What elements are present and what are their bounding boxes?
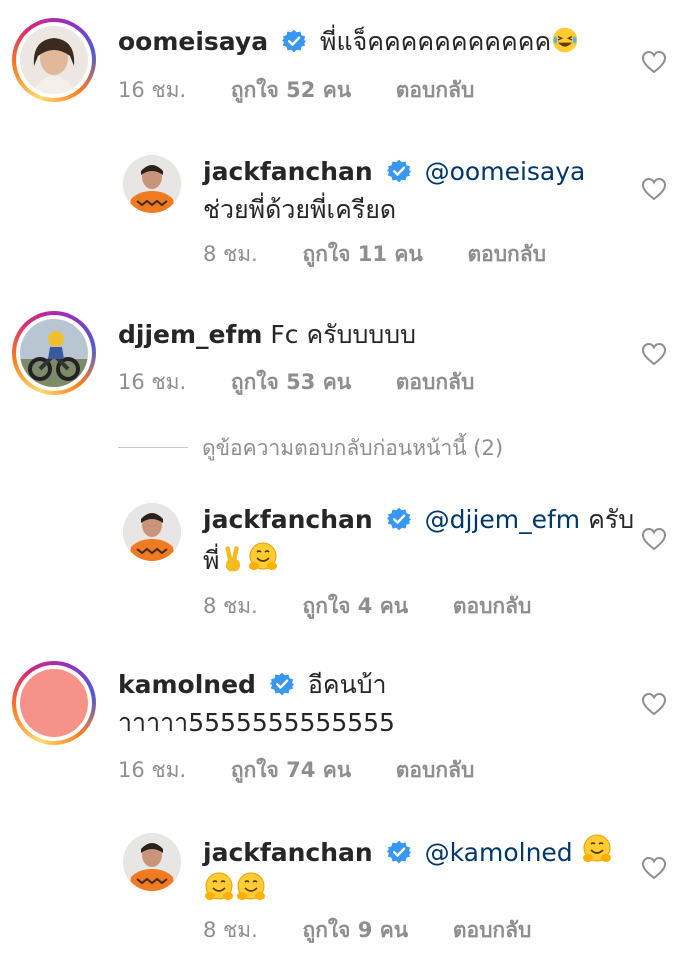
comment-meta: 16 ชม. ถูกใจ 52 คน ตอบกลับ <box>118 74 512 107</box>
verified-badge-icon <box>270 672 294 696</box>
view-previous-replies-button[interactable]: ดูข้อความตอบกลับก่อนหน้านี้ (2) <box>118 432 678 462</box>
comment-text: อีคนบ้า <box>307 670 387 699</box>
avatar[interactable] <box>12 311 96 395</box>
heart-icon[interactable] <box>641 527 667 551</box>
avatar[interactable] <box>123 155 181 213</box>
heart-icon[interactable] <box>641 177 667 201</box>
reply-button[interactable]: ตอบกลับ <box>396 370 475 394</box>
reply-button[interactable]: ตอบกลับ <box>396 78 475 102</box>
comment-username[interactable]: jackfanchan <box>203 157 373 186</box>
comment-time: 8 ชม. <box>203 918 258 942</box>
comment-time: 8 ชม. <box>203 242 258 266</box>
heart-icon[interactable] <box>641 856 667 880</box>
comment-meta: 8 ชม. ถูกใจ 11 คน ตอบกลับ <box>203 238 584 271</box>
hugging-emoji-icon <box>581 833 613 865</box>
reply-button[interactable]: ตอบกลับ <box>453 594 532 618</box>
comment-time: 16 ชม. <box>118 758 187 782</box>
comment-meta: 8 ชม. ถูกใจ 4 คน ตอบกลับ <box>203 590 569 623</box>
comment-meta: 16 ชม. ถูกใจ 53 คน ตอบกลับ <box>118 366 512 399</box>
comment-time: 8 ชม. <box>203 594 258 618</box>
comment-meta: 8 ชม. ถูกใจ 9 คน ตอบกลับ <box>203 914 569 947</box>
heart-icon[interactable] <box>641 342 667 366</box>
reply-button[interactable]: ตอบกลับ <box>396 758 475 782</box>
reply-button[interactable]: ตอบกลับ <box>453 918 532 942</box>
view-previous-replies-label[interactable]: ดูข้อความตอบกลับก่อนหน้านี้ (2) <box>202 432 503 465</box>
comment-likes[interactable]: ถูกใจ 74 คน <box>231 758 351 782</box>
hugging-emoji-icon <box>247 541 279 573</box>
comment-username[interactable]: oomeisaya <box>118 27 268 56</box>
comment-text: Fc ครับบบบบ <box>270 320 416 349</box>
victory-hand-emoji-icon <box>226 546 241 572</box>
avatar[interactable] <box>12 18 96 102</box>
comment-likes[interactable]: ถูกใจ 11 คน <box>303 242 423 266</box>
comment-username[interactable]: jackfanchan <box>203 838 373 867</box>
comment-username[interactable]: kamolned <box>118 670 256 699</box>
heart-icon[interactable] <box>641 692 667 716</box>
verified-badge-icon <box>282 29 306 53</box>
mention-link[interactable]: @oomeisaya <box>425 157 586 186</box>
avatar[interactable] <box>123 833 181 891</box>
comment-text: ครับ <box>588 505 635 534</box>
comment-username[interactable]: djjem_efm <box>118 320 262 349</box>
avatar[interactable] <box>123 503 181 561</box>
verified-badge-icon <box>387 159 411 183</box>
reply-button[interactable]: ตอบกลับ <box>467 242 546 266</box>
laughing-emoji-icon <box>552 27 578 53</box>
comment-meta: 16 ชม. ถูกใจ 74 คน ตอบกลับ <box>118 754 512 787</box>
comment-time: 16 ชม. <box>118 78 187 102</box>
heart-icon[interactable] <box>641 50 667 74</box>
comment-likes[interactable]: ถูกใจ 4 คน <box>303 594 409 618</box>
mention-link[interactable]: @kamolned <box>425 838 573 867</box>
comment-likes[interactable]: ถูกใจ 9 คน <box>303 918 409 942</box>
comment-time: 16 ชม. <box>118 370 187 394</box>
comment-likes[interactable]: ถูกใจ 52 คน <box>231 78 351 102</box>
avatar[interactable] <box>12 661 96 745</box>
comment-likes[interactable]: ถูกใจ 53 คน <box>231 370 351 394</box>
verified-badge-icon <box>387 840 411 864</box>
comment-text: พี่แจ็คคคคคคคคคคค <box>319 27 552 56</box>
mention-link[interactable]: @djjem_efm <box>425 505 581 534</box>
divider <box>118 447 188 448</box>
comment-username[interactable]: jackfanchan <box>203 505 373 534</box>
hugging-emoji-icon <box>235 871 267 903</box>
comment-text: าาาาา5555555555555 <box>118 708 395 737</box>
comment-text: พี่ <box>203 546 220 575</box>
comment-text: ช่วยพี่ด้วยพี่เครียด <box>203 195 397 224</box>
verified-badge-icon <box>387 507 411 531</box>
hugging-emoji-icon <box>203 871 235 903</box>
